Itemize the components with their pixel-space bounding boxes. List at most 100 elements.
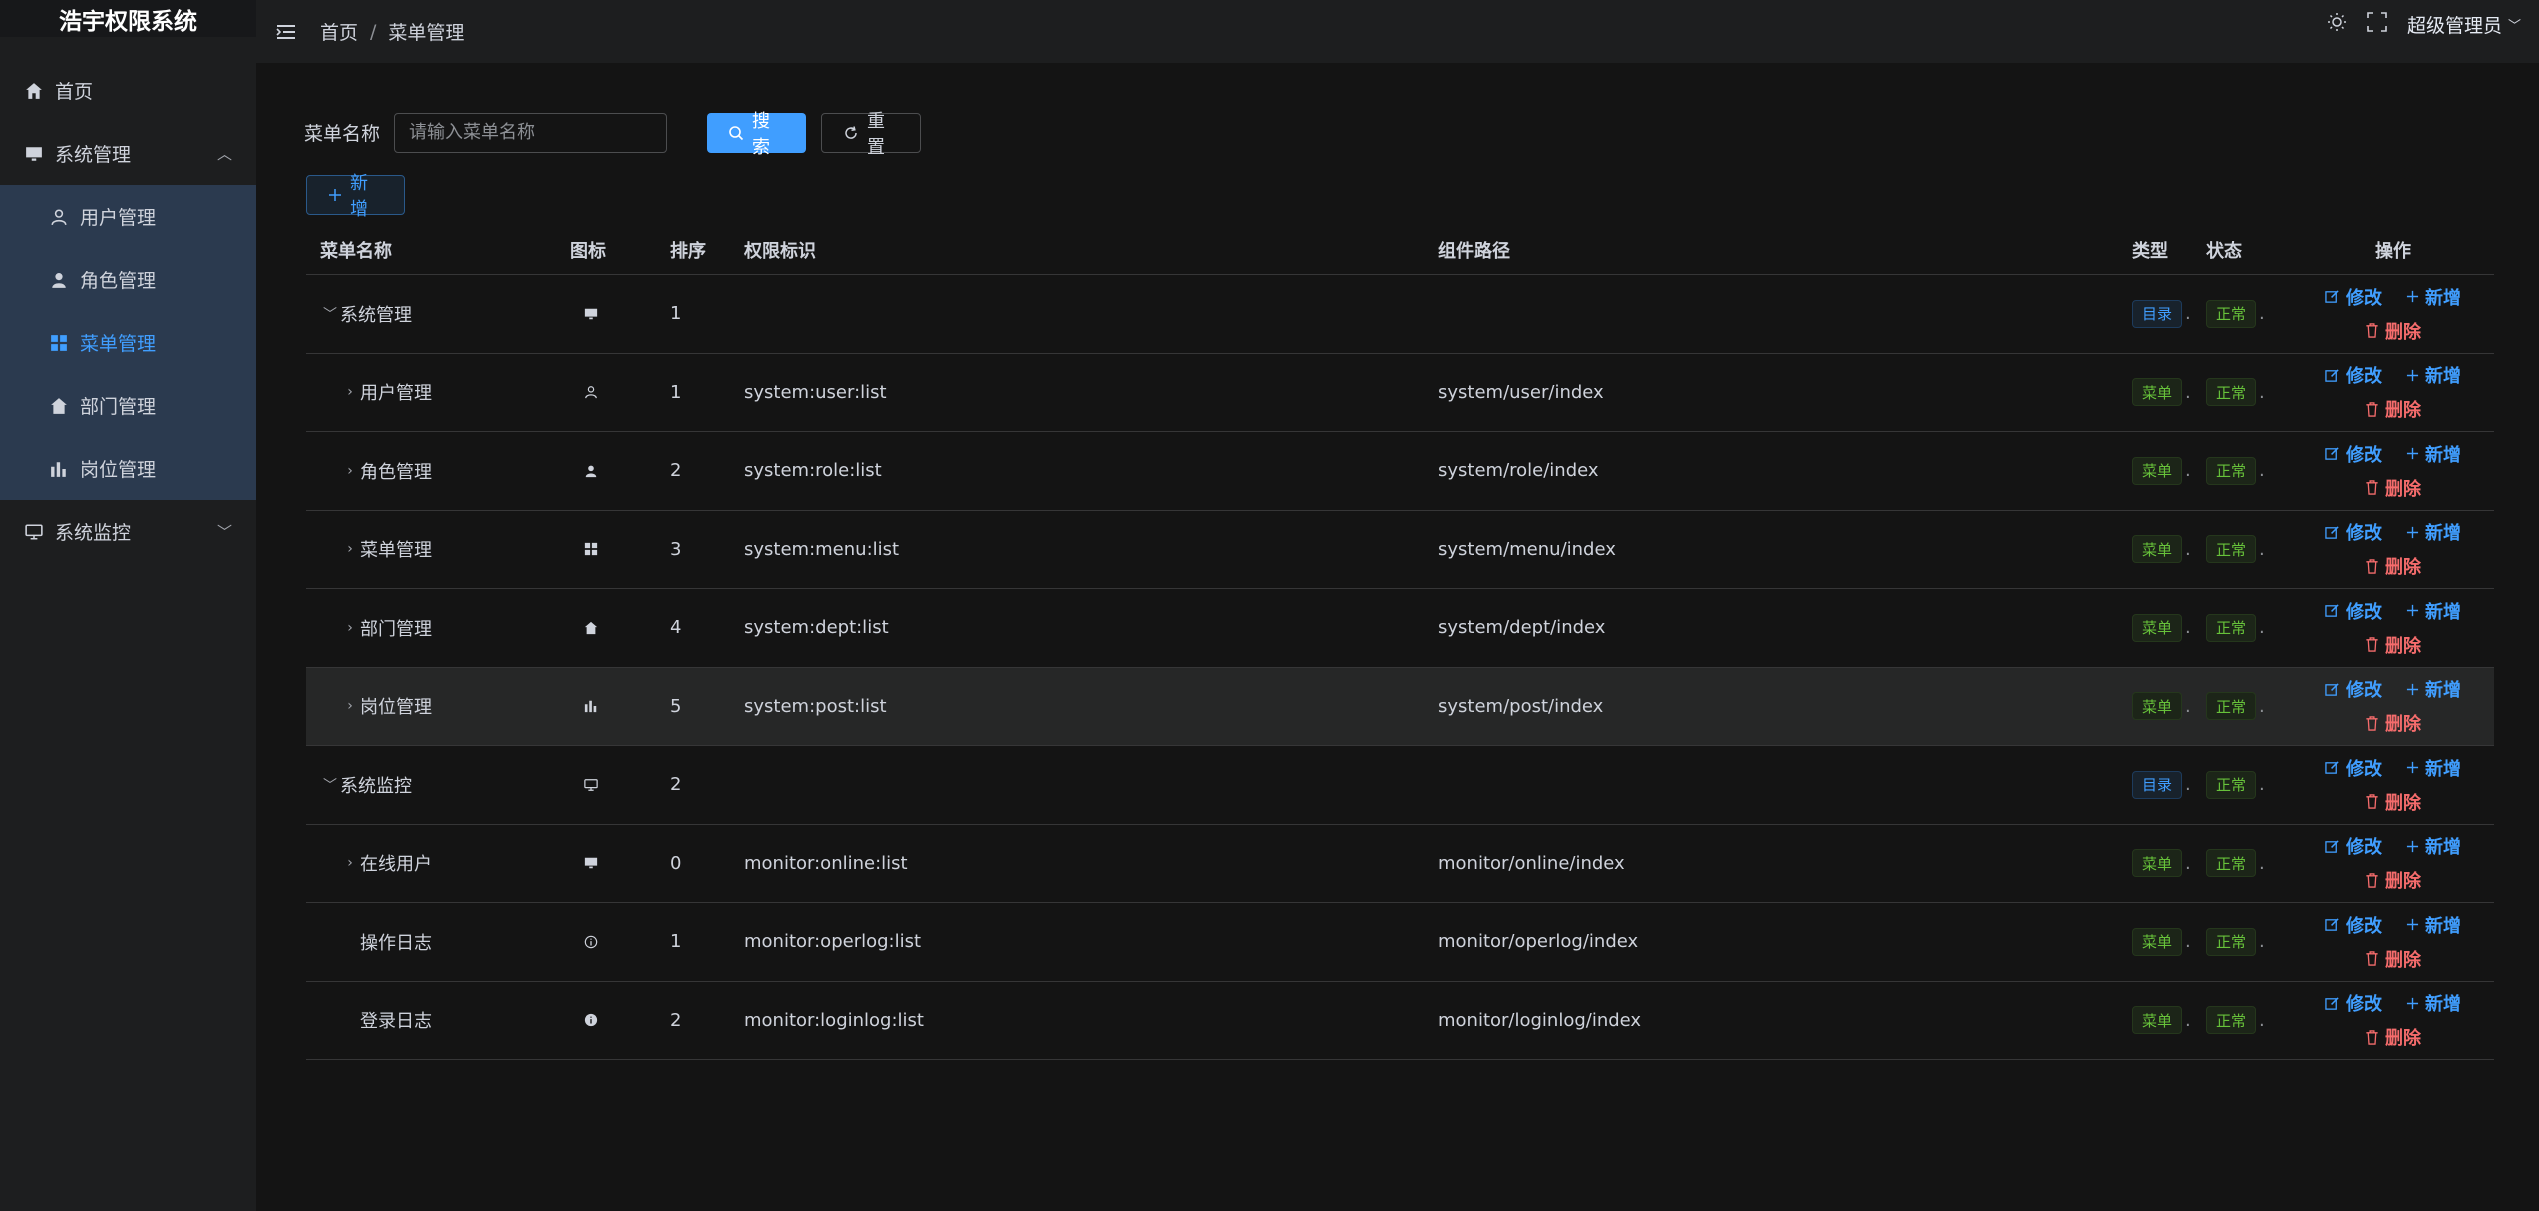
edit-button[interactable]: 修改 (2325, 833, 2382, 859)
reset-button[interactable]: 重置 (821, 111, 922, 158)
info-icon (584, 935, 598, 949)
plus-icon (2406, 840, 2419, 853)
cell-icon (556, 699, 656, 713)
chevron-down-icon[interactable]: ﹀ (320, 775, 340, 795)
delete-button[interactable]: 删除 (2365, 318, 2421, 344)
edit-button[interactable]: 修改 (2325, 362, 2382, 388)
chevron-right-icon[interactable]: › (340, 620, 360, 636)
edit-label: 修改 (2346, 680, 2382, 702)
edit-label: 修改 (2346, 366, 2382, 388)
delete-button[interactable]: 删除 (2365, 789, 2421, 815)
delete-button[interactable]: 删除 (2365, 396, 2421, 422)
cell-perm: monitor:online:list (744, 852, 908, 874)
cell-type: 菜单. (2118, 535, 2192, 564)
cell-ops: 修改 新增删除 (2292, 833, 2494, 893)
edit-button[interactable]: 修改 (2325, 284, 2382, 310)
sidebar-item-label: 用户管理 (80, 207, 157, 229)
chevron-down-icon[interactable]: ﹀ (320, 304, 340, 324)
trash-icon (2365, 1030, 2379, 1045)
add-label: 新增 (2425, 601, 2461, 623)
table-row: › 菜单管理 3 system:menu:list system/menu/index 菜… (306, 511, 2494, 589)
reset-button-label: 重置 (867, 110, 886, 158)
edit-button[interactable]: 修改 (2325, 912, 2382, 938)
status-tag: 正常 (2206, 849, 2257, 878)
cell-name: ﹀ 系统监控 (306, 772, 556, 798)
add-child-button[interactable]: 新增 (2406, 755, 2461, 781)
delete-label: 删除 (2385, 871, 2421, 893)
sidebar-item-posts[interactable]: 岗位管理 (0, 437, 256, 500)
edit-button[interactable]: 修改 (2325, 990, 2382, 1016)
search-button[interactable]: 搜索 (707, 111, 807, 158)
cell-ops: 修改 新增删除 (2292, 519, 2494, 579)
add-child-button[interactable]: 新增 (2406, 990, 2461, 1016)
delete-button[interactable]: 删除 (2365, 710, 2421, 736)
sidebar-item-label: 系统管理 (55, 144, 132, 166)
delete-button[interactable]: 删除 (2365, 1024, 2421, 1050)
add-child-button[interactable]: 新增 (2406, 833, 2461, 859)
type-tag: 菜单 (2132, 692, 2183, 721)
add-label: 新增 (2425, 680, 2461, 702)
add-button[interactable]: 新增 (306, 173, 405, 220)
sidebar-item-roles[interactable]: 角色管理 (0, 248, 256, 311)
monitor-icon (584, 307, 598, 321)
edit-label: 修改 (2346, 837, 2382, 859)
sidebar-item-system[interactable]: 系统管理 ︿ (0, 122, 256, 185)
cell-name: ﹀ 系统管理 (306, 301, 556, 327)
edit-button[interactable]: 修改 (2325, 676, 2382, 702)
screen-icon (584, 778, 598, 792)
status-tag: 正常 (2206, 299, 2257, 328)
add-child-button[interactable]: 新增 (2406, 284, 2461, 310)
plus-icon (2406, 447, 2419, 460)
add-child-button[interactable]: 新增 (2406, 519, 2461, 545)
delete-button[interactable]: 删除 (2365, 867, 2421, 893)
sidebar-item-label: 角色管理 (80, 270, 157, 292)
menu-name-input[interactable] (394, 112, 668, 153)
menu-fold-icon[interactable] (276, 22, 300, 42)
chevron-right-icon[interactable]: › (340, 855, 360, 871)
sidebar-item-menus[interactable]: 菜单管理 (0, 311, 256, 374)
edit-label: 修改 (2346, 523, 2382, 545)
add-child-button[interactable]: 新增 (2406, 676, 2461, 702)
delete-label: 删除 (2385, 557, 2421, 579)
cell-type: 菜单. (2118, 927, 2192, 956)
chevron-right-icon[interactable]: › (340, 698, 360, 714)
delete-button[interactable]: 删除 (2365, 475, 2421, 501)
sidebar-item-users[interactable]: 用户管理 (0, 185, 256, 248)
add-child-button[interactable]: 新增 (2406, 362, 2461, 388)
user-icon (49, 207, 69, 227)
user-dropdown[interactable]: 超级管理员 ﹀ (2407, 11, 2521, 38)
edit-button[interactable]: 修改 (2325, 441, 2382, 467)
edit-button[interactable]: 修改 (2325, 598, 2382, 624)
chevron-right-icon[interactable]: › (340, 463, 360, 479)
cell-name: › 角色管理 (306, 458, 556, 484)
add-child-button[interactable]: 新增 (2406, 598, 2461, 624)
cell-order: 1 (670, 303, 682, 325)
chevron-right-icon[interactable]: › (340, 384, 360, 400)
delete-button[interactable]: 删除 (2365, 553, 2421, 579)
chevron-right-icon[interactable]: › (340, 541, 360, 557)
tag-dot: . (2185, 617, 2191, 639)
cell-path: monitor/operlog/index (1438, 931, 1639, 953)
edit-button[interactable]: 修改 (2325, 519, 2382, 545)
cell-name: › 岗位管理 (306, 693, 556, 719)
cell-type: 目录. (2118, 299, 2192, 328)
add-label: 新增 (2425, 994, 2461, 1016)
add-child-button[interactable]: 新增 (2406, 912, 2461, 938)
sun-icon[interactable] (2327, 12, 2347, 37)
add-child-button[interactable]: 新增 (2406, 441, 2461, 467)
delete-button[interactable]: 删除 (2365, 946, 2421, 972)
edit-button[interactable]: 修改 (2325, 755, 2382, 781)
breadcrumb-home[interactable]: 首页 (320, 18, 358, 45)
table-body: ﹀ 系统管理 1 目录. 正常. 修改 新增 删除 › 用户管理 1 system:user:list… (306, 275, 2494, 1060)
sidebar-item-home[interactable]: 首页 (0, 59, 256, 122)
monitor-icon (24, 144, 44, 164)
plus-icon (328, 188, 342, 202)
add-label: 新增 (2425, 366, 2461, 388)
tag-dot: . (2259, 774, 2265, 796)
cell-status: 正常. (2192, 456, 2292, 485)
sidebar-item-monitor[interactable]: 系统监控 ﹀ (0, 500, 256, 563)
tag-dot: . (2259, 538, 2265, 560)
sidebar-item-depts[interactable]: 部门管理 (0, 374, 256, 437)
delete-button[interactable]: 删除 (2365, 632, 2421, 658)
fullscreen-icon[interactable] (2367, 12, 2387, 37)
